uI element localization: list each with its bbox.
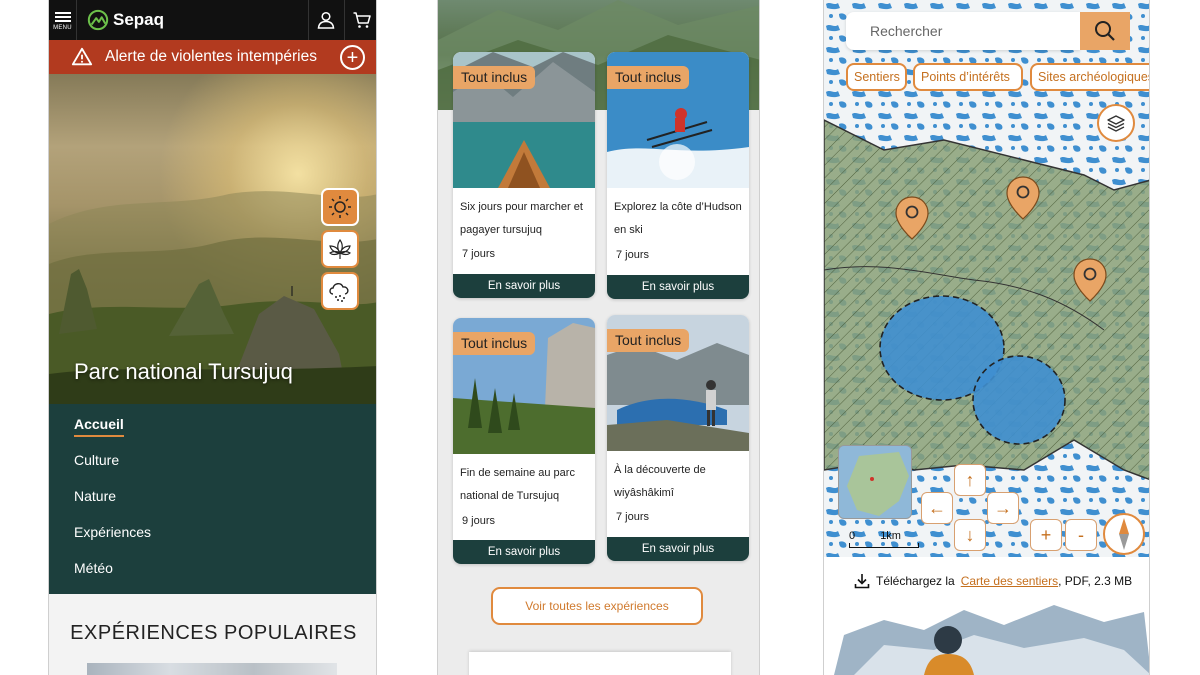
- card-title: Six jours pour marcher et pagayer tursuj…: [460, 201, 583, 236]
- filter-chip-trails[interactable]: Sentiers: [846, 63, 907, 91]
- nav-nature[interactable]: Nature: [74, 488, 116, 504]
- trail-map-pdf-link[interactable]: Carte des sentiers: [961, 574, 1058, 588]
- cart-icon: [353, 12, 371, 28]
- brand-logo[interactable]: Sepaq: [87, 9, 164, 31]
- scale-start: 0: [849, 530, 856, 542]
- learn-more-button[interactable]: En savoir plus: [607, 275, 749, 299]
- experience-card[interactable]: Tout inclus À la découverte de wiyâshâki…: [607, 315, 749, 561]
- scale-bar: [849, 543, 919, 548]
- alert-expand-button[interactable]: +: [340, 45, 365, 70]
- view-all-experiences-button[interactable]: Voir toutes les expériences: [491, 587, 703, 625]
- compass-button[interactable]: [1103, 513, 1145, 555]
- card-duration: 7 jours: [616, 511, 650, 523]
- arrow-down-icon: ↓: [965, 524, 975, 545]
- filter-chip-points-of-interest[interactable]: Points d’intérêts: [913, 63, 1023, 91]
- experience-card[interactable]: Tout inclus Fin de semaine au parc natio…: [453, 318, 595, 564]
- download-suffix: , PDF, 2.3 MB: [1058, 574, 1133, 588]
- overview-minimap[interactable]: [838, 445, 912, 519]
- phone-park-home: MENU Sepaq Alerte de violentes intempéri…: [48, 0, 377, 675]
- top-bar: MENU Sepaq: [49, 0, 376, 40]
- card-title: Fin de semaine au parc national de Tursu…: [460, 467, 575, 502]
- weather-sunny-button[interactable]: [321, 188, 359, 226]
- arrow-left-icon: ←: [928, 497, 946, 518]
- minimap-image: [839, 446, 911, 518]
- all-inclusive-badge: Tout inclus: [607, 66, 690, 89]
- brand-name: Sepaq: [113, 10, 165, 29]
- park-nav: Accueil Culture Nature Expériences Météo: [49, 404, 376, 594]
- cloud-snow-icon: [329, 283, 349, 302]
- learn-more-button[interactable]: En savoir plus: [453, 274, 595, 298]
- arrow-right-icon: →: [994, 497, 1012, 518]
- map-search-input[interactable]: Rechercher: [846, 12, 1080, 50]
- park-title: Parc national Tursujuq: [74, 359, 293, 384]
- learn-more-button[interactable]: En savoir plus: [453, 540, 595, 564]
- filter-chip-archaeological-sites[interactable]: Sites archéologiques: [1030, 63, 1149, 91]
- compass-icon: [1119, 518, 1129, 550]
- pan-right-button[interactable]: →: [987, 492, 1019, 524]
- trail-map[interactable]: Rechercher Sentiers Points d’intérêts Si…: [824, 0, 1149, 557]
- pan-up-button[interactable]: ↑: [954, 464, 986, 496]
- search-icon: [1095, 21, 1115, 41]
- nav-experiences[interactable]: Expériences: [74, 524, 151, 540]
- hiker-image-preview: [824, 600, 1149, 675]
- popular-image-preview: [87, 663, 337, 675]
- card-duration: 9 jours: [462, 515, 496, 527]
- warning-icon: [71, 47, 93, 66]
- search-button[interactable]: [1080, 12, 1130, 50]
- poi-pin-icon[interactable]: [1005, 175, 1041, 221]
- phone-experiences: Tout inclus Six jours pour marcher et pa…: [437, 0, 760, 675]
- popular-heading: EXPÉRIENCES POPULAIRES: [70, 622, 357, 644]
- next-section-preview: [469, 652, 731, 675]
- all-inclusive-badge: Tout inclus: [453, 332, 536, 355]
- poi-pin-icon[interactable]: [894, 195, 930, 241]
- weather-snow-button[interactable]: [321, 272, 359, 310]
- card-duration: 7 jours: [462, 248, 496, 260]
- map-scale: 0 1km: [849, 530, 919, 548]
- download-map-row: Téléchargez la Carte des sentiers, PDF, …: [854, 573, 1132, 589]
- all-inclusive-badge: Tout inclus: [607, 329, 690, 352]
- experience-card[interactable]: Tout inclus Six jours pour marcher et pa…: [453, 52, 595, 298]
- card-title: Explorez la côte d’Hudson en ski: [614, 201, 742, 236]
- nav-accueil[interactable]: Accueil: [74, 416, 124, 437]
- card-title: À la découverte de wiyâshâkimî: [614, 464, 706, 499]
- pan-down-button[interactable]: ↓: [954, 519, 986, 551]
- nav-culture[interactable]: Culture: [74, 452, 119, 468]
- user-icon: [317, 11, 334, 29]
- sepaq-logo-icon: [87, 9, 109, 31]
- nav-meteo[interactable]: Météo: [74, 560, 113, 576]
- phone-map: Rechercher Sentiers Points d’intérêts Si…: [823, 0, 1150, 675]
- zoom-in-button[interactable]: +: [1030, 519, 1062, 551]
- layers-button[interactable]: [1097, 104, 1135, 142]
- weather-alert-banner[interactable]: Alerte de violentes intempéries +: [49, 40, 376, 74]
- account-button[interactable]: [308, 0, 342, 40]
- layers-icon: [1107, 115, 1125, 132]
- experience-card[interactable]: Tout inclus Explorez la côte d’Hudson en…: [607, 52, 749, 299]
- cart-button[interactable]: [344, 0, 376, 40]
- hero-image: Parc national Tursujuq: [49, 74, 376, 404]
- hiker-photo: [834, 605, 1149, 675]
- download-icon: [854, 574, 870, 589]
- poi-pin-icon[interactable]: [1072, 257, 1108, 303]
- scale-end: 1km: [880, 530, 901, 542]
- popular-section: EXPÉRIENCES POPULAIRES: [49, 594, 376, 675]
- weather-season-button[interactable]: [321, 230, 359, 268]
- hamburger-icon: [54, 10, 71, 24]
- sun-icon: [329, 196, 351, 218]
- zoom-out-button[interactable]: -: [1065, 519, 1097, 551]
- plus-icon: +: [346, 46, 359, 69]
- menu-button[interactable]: MENU: [49, 0, 77, 40]
- arrow-up-icon: ↑: [965, 469, 975, 490]
- leaf-icon: [329, 238, 351, 259]
- menu-label: MENU: [53, 24, 72, 31]
- learn-more-button[interactable]: En savoir plus: [607, 537, 749, 561]
- pan-left-button[interactable]: ←: [921, 492, 953, 524]
- all-inclusive-badge: Tout inclus: [453, 66, 536, 89]
- card-duration: 7 jours: [616, 249, 650, 261]
- alert-text: Alerte de violentes intempéries: [105, 48, 317, 65]
- download-prefix: Téléchargez la: [876, 574, 955, 588]
